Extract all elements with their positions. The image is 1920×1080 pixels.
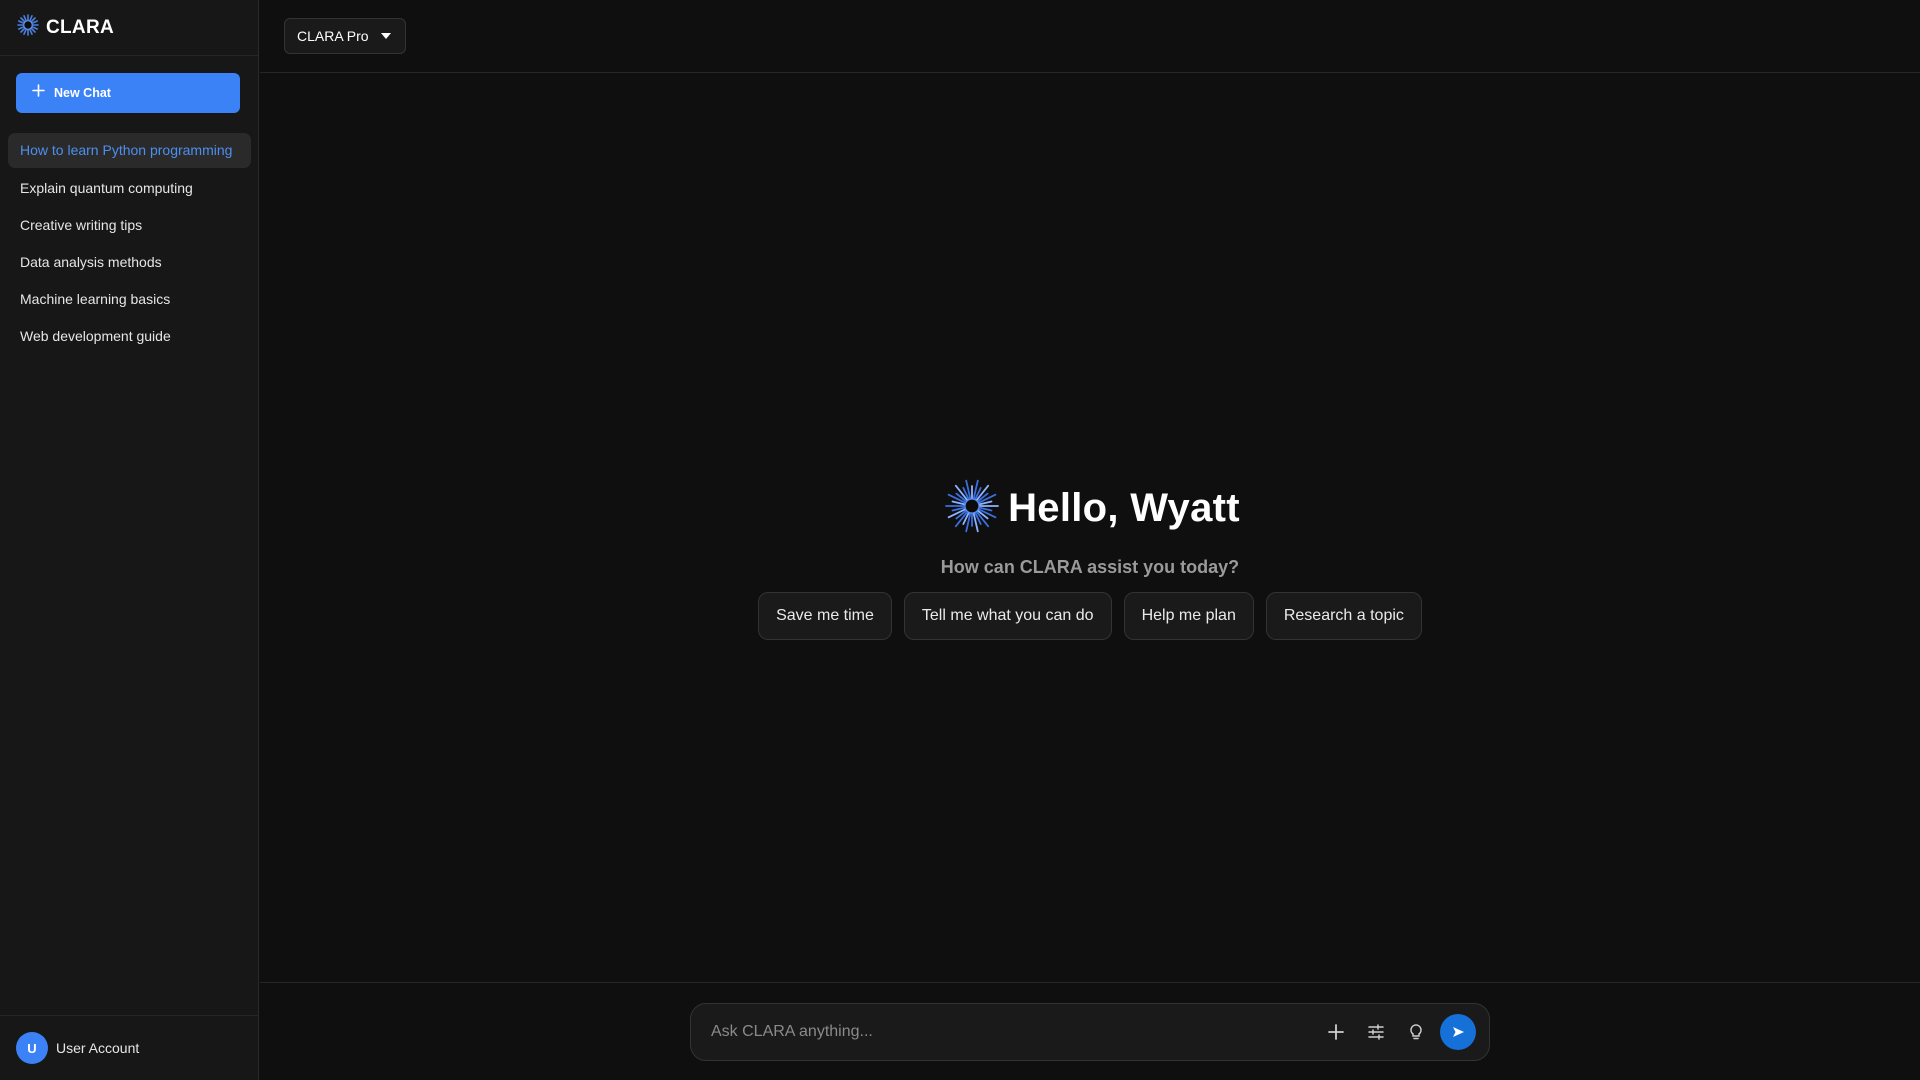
send-button[interactable] — [1440, 1014, 1476, 1050]
message-input[interactable] — [711, 1023, 1314, 1041]
plus-icon — [32, 84, 45, 102]
sliders-icon[interactable] — [1358, 1014, 1394, 1050]
clara-starburst-icon — [944, 478, 1000, 539]
welcome-panel: Hello, Wyatt How can CLARA assist you to… — [260, 478, 1920, 640]
topbar: CLARA Pro — [260, 0, 1920, 73]
brand-name: CLARA — [46, 16, 114, 38]
chat-history: How to learn Python programming Explain … — [8, 133, 251, 355]
model-selector[interactable]: CLARA Pro — [284, 18, 406, 54]
history-item[interactable]: Explain quantum computing — [8, 170, 251, 207]
chevron-down-icon — [380, 33, 391, 39]
history-item[interactable]: How to learn Python programming — [8, 133, 251, 168]
plus-icon[interactable] — [1318, 1014, 1354, 1050]
history-item[interactable]: Creative writing tips — [8, 207, 251, 244]
lightbulb-icon[interactable] — [1398, 1014, 1434, 1050]
brand[interactable]: CLARA — [0, 0, 258, 56]
suggestion-chip[interactable]: Save me time — [758, 592, 892, 640]
greeting: Hello, Wyatt — [1008, 486, 1240, 530]
composer — [690, 1003, 1490, 1061]
history-item[interactable]: Web development guide — [8, 318, 251, 355]
avatar: U — [16, 1032, 48, 1064]
suggestion-chips: Save me time Tell me what you can do Hel… — [758, 592, 1422, 640]
user-account[interactable]: U User Account — [0, 1015, 259, 1080]
suggestion-chip[interactable]: Research a topic — [1265, 592, 1422, 640]
new-chat-button[interactable]: New Chat — [16, 73, 240, 113]
suggestion-chip[interactable]: Help me plan — [1123, 592, 1254, 640]
history-item[interactable]: Machine learning basics — [8, 281, 251, 318]
account-name: User Account — [56, 1040, 140, 1056]
greeting-row: Hello, Wyatt — [944, 478, 1240, 539]
history-item[interactable]: Data analysis methods — [8, 244, 251, 281]
composer-bar — [260, 982, 1920, 1080]
clara-logo-icon — [17, 14, 39, 41]
send-icon — [1453, 1027, 1464, 1037]
new-chat-label: New Chat — [54, 86, 111, 100]
suggestion-chip[interactable]: Tell me what you can do — [903, 592, 1112, 640]
model-name: CLARA Pro — [297, 28, 369, 44]
sidebar: CLARA New Chat How to learn Python progr… — [0, 0, 259, 1080]
subtitle: How can CLARA assist you today? — [940, 557, 1240, 577]
